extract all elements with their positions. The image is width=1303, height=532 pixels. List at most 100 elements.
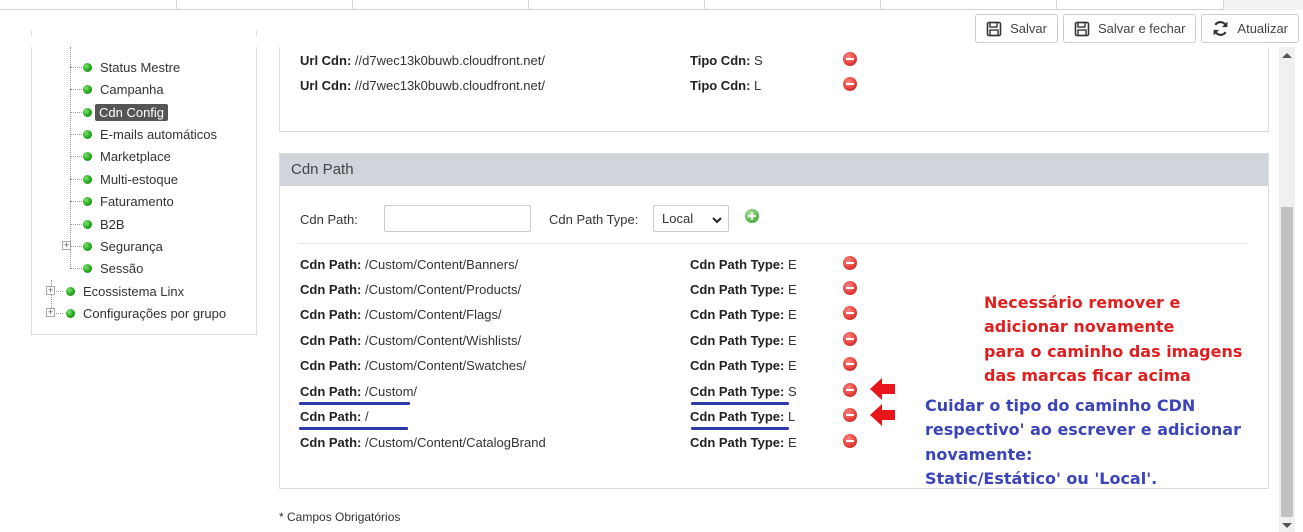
- cdn-path-row: Cdn Path: /Custom/: [300, 384, 417, 399]
- remove-icon[interactable]: [843, 434, 857, 448]
- tree-connector: [70, 201, 82, 202]
- tree-item-seguranca[interactable]: Segurança: [83, 236, 163, 256]
- expand-icon[interactable]: +: [46, 286, 55, 295]
- cdn-path-label: Cdn Path:: [300, 384, 362, 399]
- cdn-url-row: Url Cdn: //d7wec13k0buwb.cloudfront.net/: [300, 78, 545, 93]
- cdn-path-label: Cdn Path:: [300, 435, 362, 450]
- annotation-underline: [691, 402, 789, 405]
- tree-item-sessao[interactable]: Sessão: [83, 258, 143, 278]
- annotation-note-blue: Cuidar o tipo do caminho CDN respectivo'…: [925, 394, 1245, 491]
- annotation-line: novamente:: [925, 444, 1033, 464]
- cdn-path-label: Cdn Path:: [300, 358, 362, 373]
- cdn-path-type-value: L: [788, 409, 796, 424]
- expand-icon[interactable]: +: [62, 241, 71, 250]
- remove-icon[interactable]: [843, 77, 857, 91]
- tree-item-cdn-config[interactable]: Cdn Config: [83, 102, 169, 122]
- status-dot-icon: [83, 151, 92, 161]
- cdn-path-label: Cdn Path:: [300, 307, 362, 322]
- remove-icon[interactable]: [843, 408, 857, 422]
- save-icon: [986, 21, 1002, 37]
- tab[interactable]: [705, 0, 881, 10]
- cdn-path-type-label: Cdn Path Type:: [690, 333, 785, 348]
- tab[interactable]: [1223, 0, 1303, 10]
- cdn-path-type-label: Cdn Path Type:: [690, 358, 785, 373]
- tree-item-label: Faturamento: [100, 193, 174, 209]
- arrow-left-icon: [870, 378, 895, 400]
- cdn-path-type-label: Cdn Path Type:: [690, 384, 785, 399]
- cdn-path-type-label: Cdn Path Type:: [690, 257, 785, 272]
- remove-icon[interactable]: [843, 256, 857, 270]
- remove-icon[interactable]: [843, 52, 857, 66]
- scroll-thumb[interactable]: [1281, 207, 1293, 517]
- cdn-path-type-cell: Cdn Path Type: E: [690, 333, 797, 348]
- cdn-path-value: /Custom/Content/Banners/: [365, 257, 519, 272]
- cdn-path-type-value: E: [788, 282, 797, 297]
- cdn-path-type-value: E: [788, 333, 797, 348]
- tree-item-marketplace[interactable]: Marketplace: [83, 146, 171, 166]
- tree-item-faturamento[interactable]: Faturamento: [83, 191, 174, 211]
- cdn-url-value: //d7wec13k0buwb.cloudfront.net/: [354, 53, 545, 68]
- remove-icon[interactable]: [843, 306, 857, 320]
- tree-item-label: Ecossistema Linx: [83, 283, 185, 299]
- save-and-close-button[interactable]: Salvar e fechar: [1062, 14, 1197, 43]
- expand-icon[interactable]: +: [46, 308, 55, 317]
- tree-connector: [70, 179, 82, 180]
- tab[interactable]: [881, 0, 1057, 10]
- refresh-button[interactable]: Atualizar: [1201, 14, 1299, 43]
- cdn-path-value: /: [365, 409, 369, 424]
- cdn-path-type-label: Cdn Path Type:: [690, 307, 785, 322]
- cdn-path-field-label: Cdn Path:: [300, 212, 358, 227]
- cdn-path-type-cell: Cdn Path Type: E: [690, 435, 797, 450]
- cdn-type-cell: Tipo Cdn: S: [690, 53, 763, 68]
- cdn-path-value: /Custom/: [365, 384, 418, 399]
- save-button[interactable]: Salvar: [975, 14, 1058, 43]
- cdn-url-label: Url Cdn:: [300, 53, 352, 68]
- tree-item-emails-automaticos[interactable]: E-mails automáticos: [83, 124, 217, 144]
- annotation-line: respectivo' ao escrever e adicionar: [925, 420, 1241, 440]
- status-dot-icon: [83, 219, 92, 229]
- tab[interactable]: [353, 0, 529, 10]
- tree-item-campanha[interactable]: Campanha: [83, 79, 164, 99]
- tree-item-label: B2B: [100, 216, 125, 232]
- tree-item-configuracoes-por-grupo[interactable]: Configurações por grupo: [66, 303, 226, 323]
- tree-item-multi-estoque[interactable]: Multi-estoque: [83, 169, 178, 189]
- tab-strip: [0, 0, 1303, 10]
- tree-item-label: Cdn Config: [95, 103, 169, 121]
- vertical-scrollbar[interactable]: [1279, 47, 1295, 532]
- refresh-icon: [1212, 20, 1229, 37]
- cdn-path-label: Cdn Path:: [300, 282, 362, 297]
- tab[interactable]: [529, 0, 705, 10]
- cdn-path-value: /Custom/Content/Products/: [365, 282, 522, 297]
- tree-item-label: Marketplace: [100, 148, 171, 164]
- toolbar: Salvar Salvar e fechar Atualizar: [975, 14, 1299, 43]
- remove-icon[interactable]: [843, 357, 857, 371]
- status-dot-icon: [83, 241, 92, 251]
- annotation-note-red: Necessário remover e adicionar novamente…: [984, 291, 1244, 388]
- status-dot-icon: [83, 84, 92, 94]
- tree-connector: [70, 112, 82, 113]
- tab[interactable]: [177, 0, 353, 10]
- cdn-path-input[interactable]: [384, 205, 531, 232]
- tree-connector: [70, 89, 82, 90]
- annotation-line: Cuidar o tipo do caminho CDN: [925, 396, 1196, 415]
- tree-item-ecossistema-linx[interactable]: Ecossistema Linx: [66, 281, 184, 301]
- status-dot-icon: [83, 174, 92, 184]
- remove-icon[interactable]: [843, 332, 857, 346]
- required-fields-note: * Campos Obrigatórios: [279, 510, 401, 524]
- tree-connector: [70, 224, 82, 225]
- cdn-path-type-select[interactable]: Local: [653, 205, 729, 232]
- tree-connector: [70, 67, 82, 68]
- tree-item-status-mestre[interactable]: Status Mestre: [83, 57, 180, 77]
- add-icon[interactable]: [745, 209, 759, 223]
- tab[interactable]: [0, 0, 177, 10]
- status-dot-icon: [66, 308, 75, 318]
- cdn-path-value: /Custom/Content/Wishlists/: [365, 333, 522, 348]
- scroll-up-icon[interactable]: [1282, 53, 1292, 58]
- tree-item-b2b[interactable]: B2B: [83, 214, 125, 234]
- cdn-path-label: Cdn Path:: [300, 257, 362, 272]
- cdn-url-value: //d7wec13k0buwb.cloudfront.net/: [354, 78, 545, 93]
- scroll-down-icon[interactable]: [1282, 523, 1292, 528]
- cdn-path-panel-title: Cdn Path: [280, 154, 1268, 186]
- remove-icon[interactable]: [843, 383, 857, 397]
- remove-icon[interactable]: [843, 281, 857, 295]
